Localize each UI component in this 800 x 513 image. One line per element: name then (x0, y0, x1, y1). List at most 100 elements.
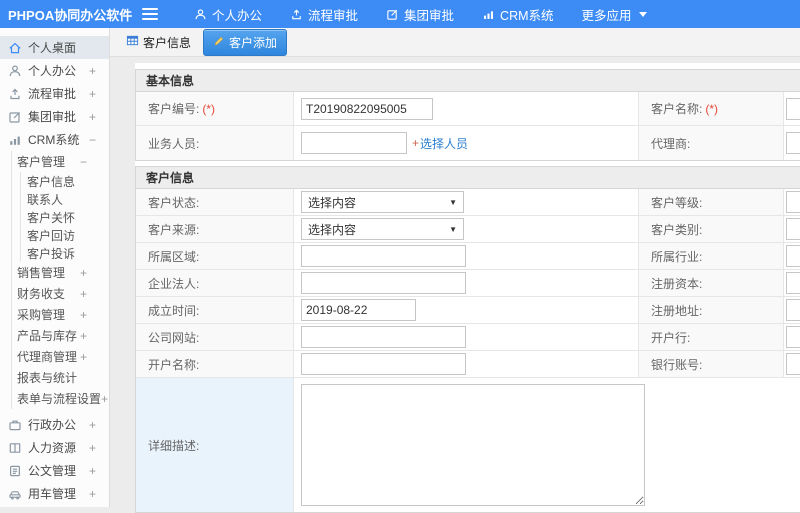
tab-customer-info[interactable]: 客户信息 (122, 31, 195, 54)
sidebar-item-contacts[interactable]: 联系人 (21, 190, 109, 208)
form-row-customer-status: 客户状态: 选择内容 ▼ 客户等级: (136, 189, 800, 216)
legal-person-input[interactable] (301, 272, 466, 294)
region-input[interactable] (301, 245, 466, 267)
industry-input[interactable] (786, 245, 800, 267)
expand-icon[interactable]: + (89, 110, 96, 124)
customer-name-input[interactable] (786, 97, 800, 120)
sidebar-item-personal-office[interactable]: 个人办公 + (0, 59, 109, 82)
topmenu-process-approval[interactable]: 流程审批 (276, 0, 372, 28)
caret-down-icon: ▼ (449, 197, 457, 207)
expand-icon[interactable]: + (80, 329, 87, 343)
registered-capital-input[interactable] (786, 272, 800, 294)
description-textarea[interactable] (301, 384, 645, 506)
salesperson-input[interactable] (301, 132, 407, 154)
field-label: 所属行业: (639, 243, 784, 269)
sidebar-item-label: 报表与统计 (17, 371, 78, 385)
sidebar-item-label: 个人桌面 (28, 41, 77, 55)
expand-icon[interactable]: + (89, 87, 96, 101)
sidebar-item-reports-stats[interactable]: 报表与统计 (12, 367, 109, 388)
sidebar-item-group-approval[interactable]: 集团审批 + (0, 105, 109, 128)
bank-name-input[interactable] (786, 326, 800, 348)
account-name-input[interactable] (301, 353, 466, 375)
field-label: 所属区域: (136, 243, 294, 269)
field-label: 客户编号: (*) (136, 92, 294, 125)
hamburger-icon[interactable] (142, 8, 158, 20)
sidebar-item-customer-revisit[interactable]: 客户回访 (21, 226, 109, 244)
bank-account-input[interactable] (786, 353, 800, 375)
sidebar-item-label: 采购管理 (17, 308, 66, 322)
sidebar-item-personal-desktop[interactable]: 个人桌面 (0, 36, 109, 59)
expand-icon[interactable]: + (80, 308, 87, 322)
tab-customer-add[interactable]: 客户添加 (203, 28, 288, 56)
sidebar-item-hr[interactable]: 人力资源 + (0, 436, 109, 459)
briefcase-icon (8, 418, 22, 432)
customer-category-input[interactable] (786, 218, 800, 240)
bar-chart-icon (482, 8, 495, 21)
section-title: 基本信息 (136, 70, 800, 92)
sidebar-item-vehicle-mgmt[interactable]: 用车管理 + (0, 482, 109, 505)
topmenu-personal-office[interactable]: 个人办公 (180, 0, 276, 28)
customer-status-select[interactable]: 选择内容 ▼ (301, 191, 464, 213)
home-icon (8, 41, 22, 55)
required-marker: (*) (705, 101, 719, 116)
sidebar-item-form-flow-settings[interactable]: 表单与流程设置 + (12, 388, 109, 409)
sidebar-item-document-mgmt[interactable]: 公文管理 + (0, 459, 109, 482)
sidebar-item-process-approval[interactable]: 流程审批 + (0, 82, 109, 105)
topmenu-more-apps[interactable]: 更多应用 (568, 0, 661, 28)
field-label: 公司网站: (136, 324, 294, 350)
sidebar-item-products-inventory[interactable]: 产品与库存 + (12, 325, 109, 346)
collapse-icon[interactable]: − (89, 133, 96, 147)
expand-icon[interactable]: + (80, 287, 87, 301)
user-icon (194, 8, 207, 21)
expand-icon[interactable]: + (101, 392, 108, 406)
topmenu-crm-system[interactable]: CRM系统 (468, 0, 567, 28)
registered-address-input[interactable] (786, 299, 800, 321)
car-icon (8, 487, 22, 501)
pencil-icon (213, 35, 225, 50)
sidebar-item-customer-complaint[interactable]: 客户投诉 (21, 244, 109, 262)
agent-input[interactable] (786, 132, 800, 154)
sidebar-item-crm-system[interactable]: CRM系统 − (0, 128, 109, 151)
customer-code-input[interactable] (301, 97, 433, 120)
form-panel: 基本信息 客户编号: (*) 客户名称: (*) (135, 63, 800, 513)
sidebar-item-customer-mgmt[interactable]: 客户管理 − (12, 151, 109, 172)
field-label: 客户状态: (136, 189, 294, 215)
sidebar-item-customer-info[interactable]: 客户信息 (21, 172, 109, 190)
form-row-customer-source: 客户来源: 选择内容 ▼ 客户类别: (136, 216, 800, 243)
customer-level-input[interactable] (786, 191, 800, 213)
choose-person-link[interactable]: 选择人员 (420, 135, 468, 152)
collapse-icon[interactable]: − (80, 155, 87, 169)
expand-icon[interactable]: + (80, 350, 87, 364)
field-label: 企业法人: (136, 270, 294, 296)
expand-icon[interactable]: + (89, 64, 96, 78)
expand-icon[interactable]: + (89, 464, 96, 478)
sidebar-item-finance[interactable]: 财务收支 + (12, 283, 109, 304)
expand-icon[interactable]: + (89, 418, 96, 432)
topmenu-group-approval[interactable]: 集团审批 (372, 0, 468, 28)
expand-icon[interactable]: + (89, 441, 96, 455)
sidebar-item-label: 行政办公 (28, 418, 77, 432)
customer-source-select[interactable]: 选择内容 ▼ (301, 218, 464, 240)
sidebar-item-sales-mgmt[interactable]: 销售管理 + (12, 262, 109, 283)
process-icon (290, 8, 303, 21)
tab-bar: 客户信息 客户添加 (110, 28, 800, 57)
sidebar-item-admin-office[interactable]: 行政办公 + (0, 413, 109, 436)
sidebar-item-label: 客户投诉 (27, 246, 76, 261)
form-row-website: 公司网站: 开户行: (136, 324, 800, 351)
form-row-founding-date: 成立时间: 注册地址: (136, 297, 800, 324)
field-label: 客户来源: (136, 216, 294, 242)
sidebar-item-label: 销售管理 (17, 266, 66, 280)
website-input[interactable] (301, 326, 466, 348)
sidebar-item-label: 集团审批 (28, 110, 77, 124)
sidebar-item-customer-care[interactable]: 客户关怀 (21, 208, 109, 226)
sidebar-item-label: 个人办公 (28, 64, 77, 78)
field-label: 客户等级: (639, 189, 784, 215)
founding-date-input[interactable] (301, 299, 416, 321)
sidebar-item-purchase-mgmt[interactable]: 采购管理 + (12, 304, 109, 325)
expand-icon[interactable]: + (89, 487, 96, 501)
expand-icon[interactable]: + (80, 266, 87, 280)
field-label: 注册地址: (639, 297, 784, 323)
sidebar-item-agent-mgmt[interactable]: 代理商管理 + (12, 346, 109, 367)
field-label: 开户行: (639, 324, 784, 350)
caret-down-icon: ▼ (449, 224, 457, 234)
